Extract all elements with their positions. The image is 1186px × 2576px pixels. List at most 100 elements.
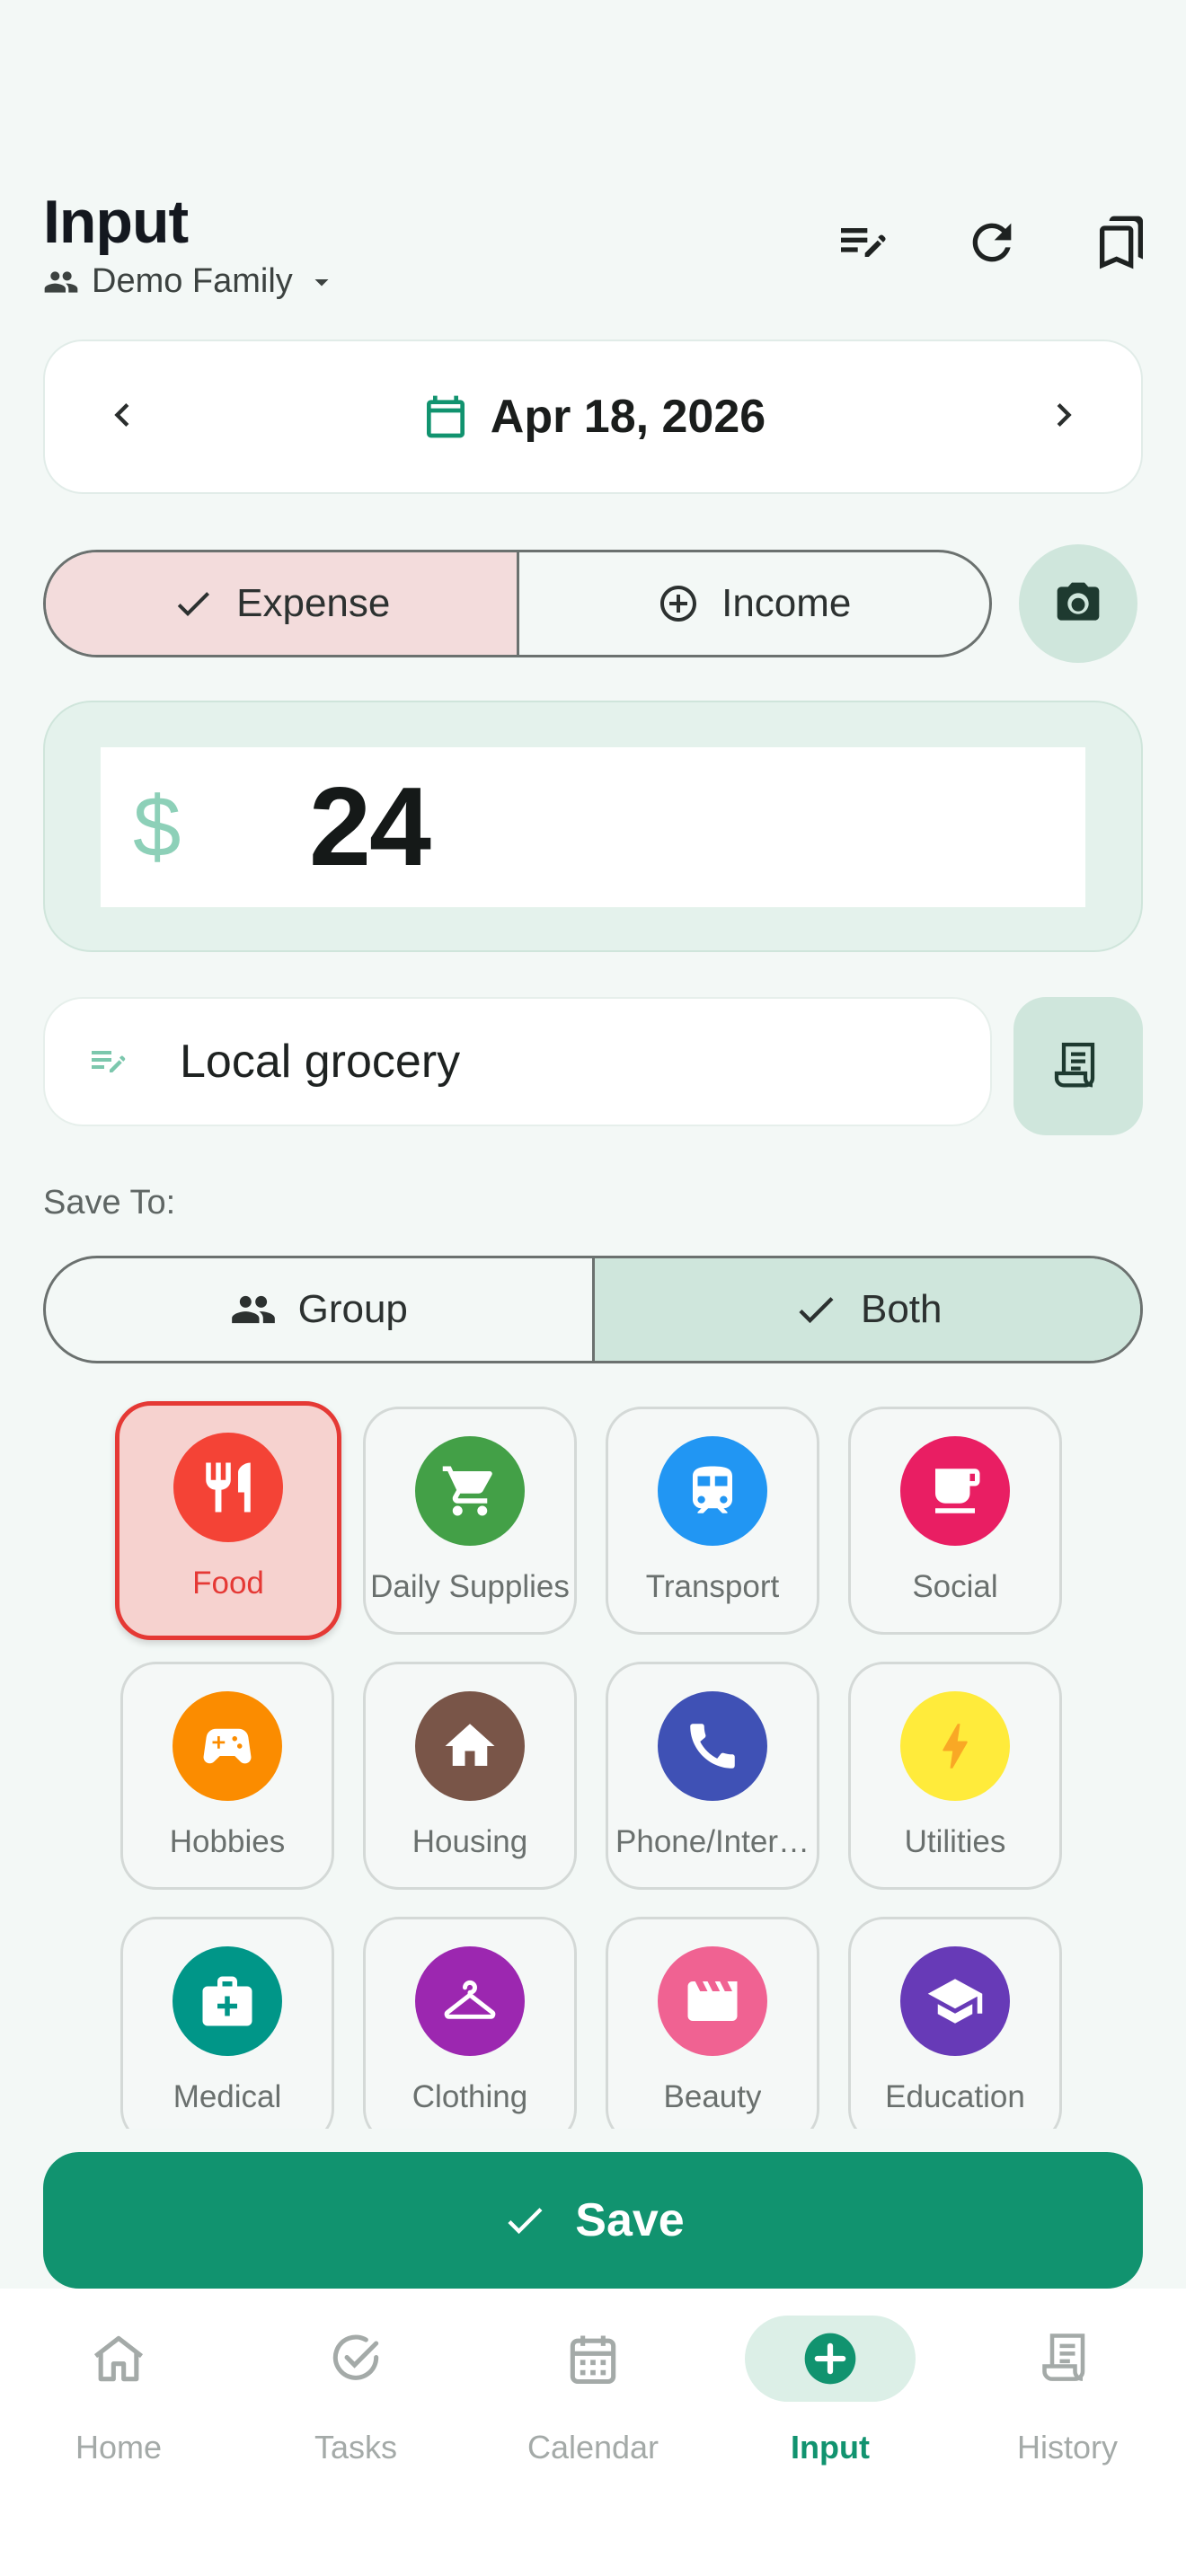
category-housing[interactable]: Housing <box>363 1662 577 1890</box>
category-label: Phone/Inter… <box>615 1824 810 1859</box>
nav-calendar[interactable]: Calendar <box>474 2289 712 2576</box>
check-icon <box>508 2208 543 2235</box>
check-circle-icon <box>270 2316 441 2402</box>
category-transport[interactable]: Transport <box>606 1407 819 1635</box>
bolt-icon <box>900 1691 1010 1801</box>
currency-symbol: $ <box>133 779 181 875</box>
medkit-icon <box>173 1946 282 2056</box>
category-food[interactable]: Food <box>115 1401 341 1640</box>
bottom-navigation: Home Tasks Calendar Input History <box>0 2289 1186 2576</box>
check-icon <box>799 1297 834 1324</box>
next-day-button[interactable] <box>1040 392 1087 443</box>
category-utilities[interactable]: Utilities <box>848 1662 1062 1890</box>
save-label: Save <box>575 2194 685 2246</box>
refresh-button[interactable] <box>956 207 1028 278</box>
group-option[interactable]: Group <box>46 1258 592 1361</box>
expense-label: Expense <box>236 581 391 625</box>
income-option[interactable]: Income <box>519 552 990 655</box>
bookmarks-icon <box>1100 216 1143 269</box>
expense-option[interactable]: Expense <box>46 552 519 655</box>
category-education[interactable]: Education <box>848 1917 1062 2129</box>
clapper-icon <box>658 1946 767 2056</box>
category-hobbies[interactable]: Hobbies <box>120 1662 334 1890</box>
category-label: Clothing <box>412 2079 528 2114</box>
nav-label: Home <box>75 2429 163 2466</box>
gamepad-icon <box>173 1691 282 1801</box>
note-edit-icon <box>92 1051 126 1072</box>
calendar-icon <box>508 2316 678 2402</box>
category-medical[interactable]: Medical <box>120 1917 334 2129</box>
both-label: Both <box>860 1287 943 1331</box>
note-text: Local grocery <box>180 1036 461 1088</box>
amount-value: 24 <box>309 765 431 889</box>
receipt-icon <box>1054 1042 1095 1088</box>
camera-button[interactable] <box>1019 544 1137 663</box>
check-icon <box>177 592 210 616</box>
nav-label: Input <box>791 2429 870 2466</box>
both-option[interactable]: Both <box>591 1258 1140 1361</box>
cup-icon <box>900 1436 1010 1546</box>
income-label: Income <box>721 581 852 625</box>
chevron-right-icon <box>1057 402 1072 427</box>
edit-list-button[interactable] <box>827 207 898 278</box>
category-clothing[interactable]: Clothing <box>363 1917 577 2129</box>
save-to-label: Save To: <box>43 1184 176 1222</box>
chevron-left-icon <box>114 402 129 427</box>
edit-list-icon <box>841 228 886 257</box>
category-label: Beauty <box>663 2079 762 2114</box>
category-label: Housing <box>412 1824 528 1859</box>
family-selector[interactable]: Demo Family <box>43 262 338 301</box>
date-selector: Apr 18, 2026 <box>43 340 1143 494</box>
transaction-type-toggle: Expense Income <box>43 550 992 657</box>
add-circle-outline-icon <box>660 586 697 622</box>
bookmarks-button[interactable] <box>1085 207 1157 278</box>
calendar-icon <box>426 395 465 438</box>
category-daily-supplies[interactable]: Daily Supplies <box>363 1407 577 1635</box>
camera-icon <box>1057 582 1100 621</box>
receipt-button[interactable] <box>1013 997 1143 1135</box>
restaurant-icon <box>173 1433 283 1542</box>
save-button[interactable]: Save <box>43 2152 1143 2289</box>
category-label: Food <box>192 1566 264 1601</box>
category-grid: Food Daily Supplies Transport Social Hob… <box>0 1383 1186 2129</box>
category-label: Utilities <box>904 1824 1006 1859</box>
people-icon <box>44 270 78 293</box>
date-label: Apr 18, 2026 <box>490 391 766 443</box>
save-to-toggle: Group Both <box>43 1256 1143 1363</box>
cart-icon <box>415 1436 525 1546</box>
note-input[interactable]: Local grocery <box>43 997 992 1126</box>
category-social[interactable]: Social <box>848 1407 1062 1635</box>
home-icon <box>415 1691 525 1801</box>
category-label: Social <box>912 1569 998 1604</box>
amount-input[interactable]: $ 24 <box>101 747 1085 907</box>
nav-label: Tasks <box>314 2429 398 2466</box>
category-beauty[interactable]: Beauty <box>606 1917 819 2129</box>
nav-label: Calendar <box>527 2429 659 2466</box>
page-title: Input <box>43 188 189 256</box>
nav-history[interactable]: History <box>949 2289 1186 2576</box>
category-phone-internet[interactable]: Phone/Inter… <box>606 1662 819 1890</box>
previous-day-button[interactable] <box>99 392 146 443</box>
category-label: Hobbies <box>169 1824 286 1859</box>
train-icon <box>658 1436 767 1546</box>
receipt-icon <box>982 2316 1153 2402</box>
family-name: Demo Family <box>92 262 293 300</box>
hanger-icon <box>415 1946 525 2056</box>
dropdown-arrow-icon <box>314 278 329 286</box>
refresh-icon <box>972 223 1012 262</box>
people-icon <box>231 1295 275 1324</box>
nav-tasks[interactable]: Tasks <box>237 2289 474 2576</box>
school-icon <box>900 1946 1010 2056</box>
nav-input[interactable]: Input <box>712 2289 949 2576</box>
home-outline-icon <box>33 2316 204 2402</box>
group-label: Group <box>297 1287 408 1331</box>
phone-icon <box>658 1691 767 1801</box>
category-label: Education <box>885 2079 1025 2114</box>
nav-label: History <box>1016 2429 1118 2466</box>
category-label: Daily Supplies <box>370 1569 570 1604</box>
date-display[interactable]: Apr 18, 2026 <box>420 390 766 444</box>
nav-home[interactable]: Home <box>0 2289 237 2576</box>
category-label: Medical <box>173 2079 282 2114</box>
category-label: Transport <box>645 1569 780 1604</box>
add-circle-icon <box>745 2316 916 2402</box>
